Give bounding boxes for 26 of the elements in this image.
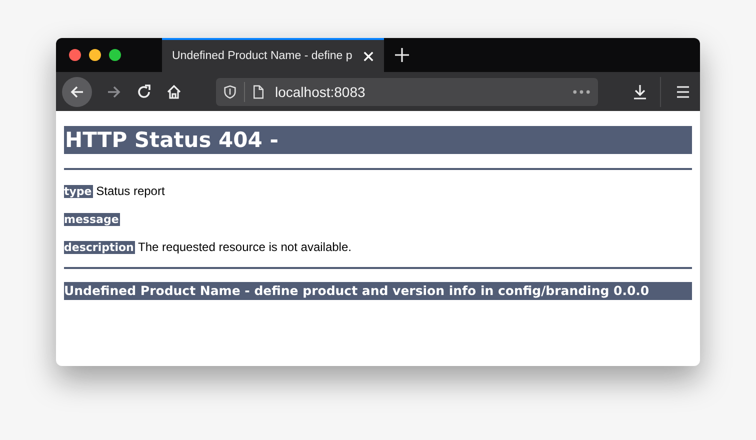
field-label: description [64,241,135,254]
shield-icon[interactable] [224,84,236,98]
forward-arrow-icon[interactable] [106,84,122,100]
field-value: The requested resource is not available. [138,240,352,254]
more-icon[interactable] [573,90,590,94]
tab-title: Undefined Product Name - define p [172,50,354,62]
page-heading: HTTP Status 404 - [64,126,692,154]
minimize-window-button[interactable] [89,49,101,61]
address-bar[interactable]: localhost:8083 [216,78,598,106]
field-value: Status report [96,184,165,198]
back-button[interactable] [62,76,92,106]
back-arrow-icon [69,84,85,100]
field-label: message [64,213,120,226]
close-icon[interactable] [363,50,374,62]
footer-heading: Undefined Product Name - define product and version info in config/branding 0.0.0 [64,282,692,300]
reload-icon[interactable] [136,84,152,100]
browser-tab[interactable]: Undefined Product Name - define p [162,38,384,72]
plus-icon[interactable] [395,48,409,62]
zoom-window-button[interactable] [109,49,121,61]
menu-icon[interactable] [675,84,691,100]
page-icon [253,84,264,98]
close-window-button[interactable] [69,49,81,61]
download-icon[interactable] [632,84,648,100]
home-icon[interactable] [166,84,182,100]
url-text: localhost:8083 [275,84,366,100]
field-label: type [64,185,93,198]
